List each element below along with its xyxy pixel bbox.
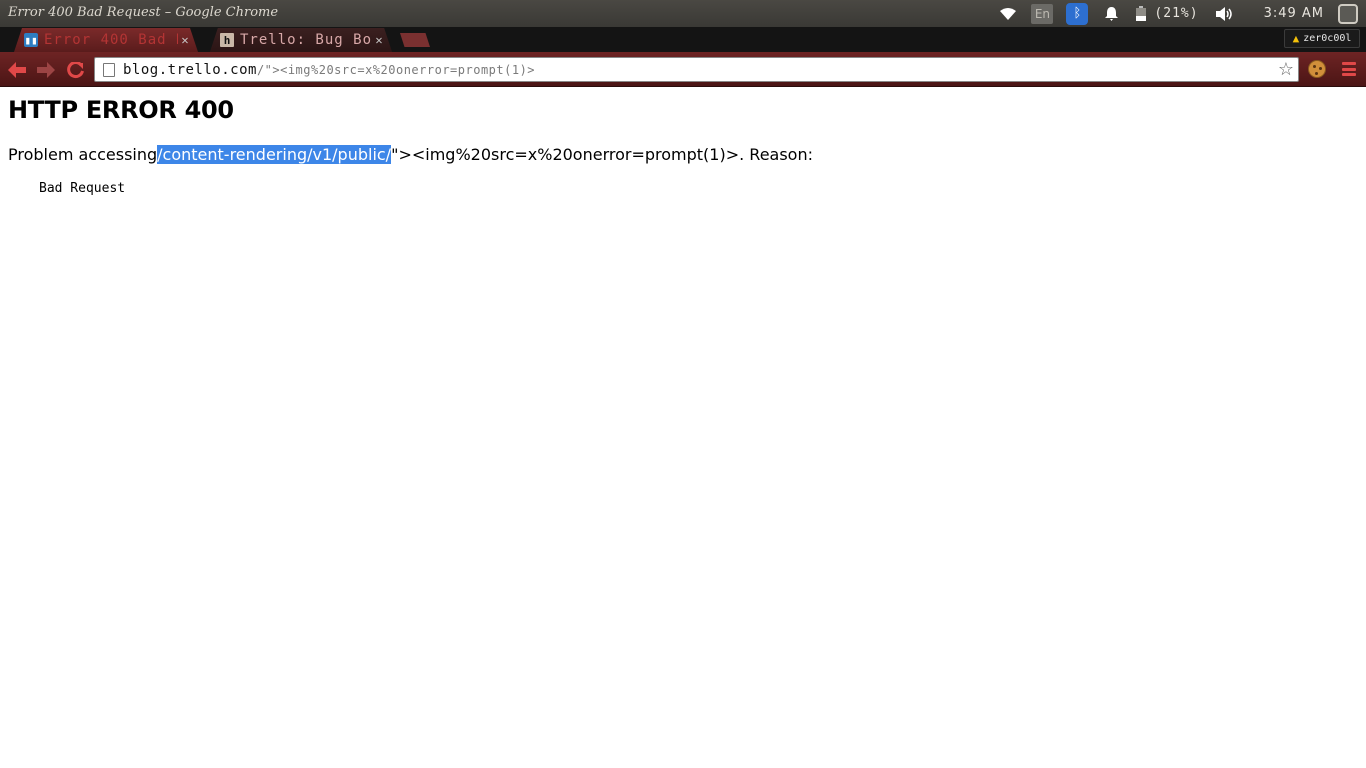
page-content: HTTP ERROR 400 Problem accessing/content… bbox=[0, 88, 1366, 768]
tab-error-400[interactable]: ▮▮ Error 400 Bad R ✕ bbox=[14, 28, 198, 52]
profile-badge[interactable]: ▲ zer0c00l bbox=[1284, 29, 1360, 48]
browser-toolbar: blog.trello.com /"><img%20src=x%20onerro… bbox=[0, 52, 1366, 87]
tab-trello-bug-bounty[interactable]: h Trello: Bug Boun ✕ bbox=[209, 28, 393, 52]
window-title: Error 400 Bad Request – Google Chrome bbox=[8, 5, 279, 20]
problem-suffix: "><img%20src=x%20onerror=prompt(1)>. Rea… bbox=[391, 145, 813, 164]
chrome-menu-icon[interactable] bbox=[1342, 62, 1356, 76]
battery-icon[interactable] bbox=[1134, 0, 1148, 27]
wifi-icon[interactable] bbox=[997, 0, 1019, 27]
os-top-panel: Error 400 Bad Request – Google Chrome En… bbox=[0, 0, 1366, 27]
keyboard-layout-indicator[interactable]: En bbox=[1031, 3, 1054, 24]
bluetooth-icon[interactable]: ᛒ bbox=[1066, 2, 1089, 25]
problem-prefix: Problem accessing bbox=[8, 145, 158, 164]
url-path: /"><img%20src=x%20onerror=prompt(1)> bbox=[256, 62, 536, 77]
address-bar[interactable]: blog.trello.com /"><img%20src=x%20onerro… bbox=[94, 57, 1299, 82]
close-icon[interactable]: ✕ bbox=[372, 33, 386, 47]
page-icon bbox=[103, 62, 115, 77]
tab-strip: ▮▮ Error 400 Bad R ✕ h Trello: Bug Boun … bbox=[0, 27, 1366, 52]
url-host: blog.trello.com bbox=[123, 61, 257, 78]
warning-icon: ▲ bbox=[1292, 32, 1300, 45]
battery-percentage: (21%) bbox=[1154, 6, 1199, 21]
trello-icon: ▮▮ bbox=[24, 33, 38, 47]
error-reason: Bad Request bbox=[39, 181, 126, 196]
tab-title: Error 400 Bad R bbox=[44, 32, 178, 48]
clock[interactable]: 3:49 AM bbox=[1264, 0, 1324, 27]
selected-path-text: /content-rendering/v1/public/ bbox=[157, 145, 392, 164]
close-icon[interactable]: ✕ bbox=[178, 33, 192, 47]
profile-name: zer0c00l bbox=[1303, 33, 1352, 44]
forward-button[interactable] bbox=[35, 59, 57, 81]
cookie-extension-icon[interactable] bbox=[1308, 60, 1326, 78]
problem-message: Problem accessing/content-rendering/v1/p… bbox=[8, 145, 813, 164]
indicator-area: En ᛒ (21%) 3:49 AM bbox=[997, 0, 1366, 27]
session-menu-icon[interactable] bbox=[1338, 3, 1358, 24]
bookmark-star-icon[interactable]: ☆ bbox=[1278, 59, 1294, 80]
hackerone-icon: h bbox=[220, 33, 234, 47]
page-title: HTTP ERROR 400 bbox=[8, 96, 234, 124]
reload-button[interactable] bbox=[64, 59, 86, 81]
volume-icon[interactable] bbox=[1214, 0, 1236, 27]
tab-title: Trello: Bug Boun bbox=[240, 32, 372, 48]
back-button[interactable] bbox=[6, 59, 28, 81]
notification-bell-icon[interactable] bbox=[1102, 0, 1120, 27]
new-tab-button[interactable] bbox=[400, 33, 430, 47]
